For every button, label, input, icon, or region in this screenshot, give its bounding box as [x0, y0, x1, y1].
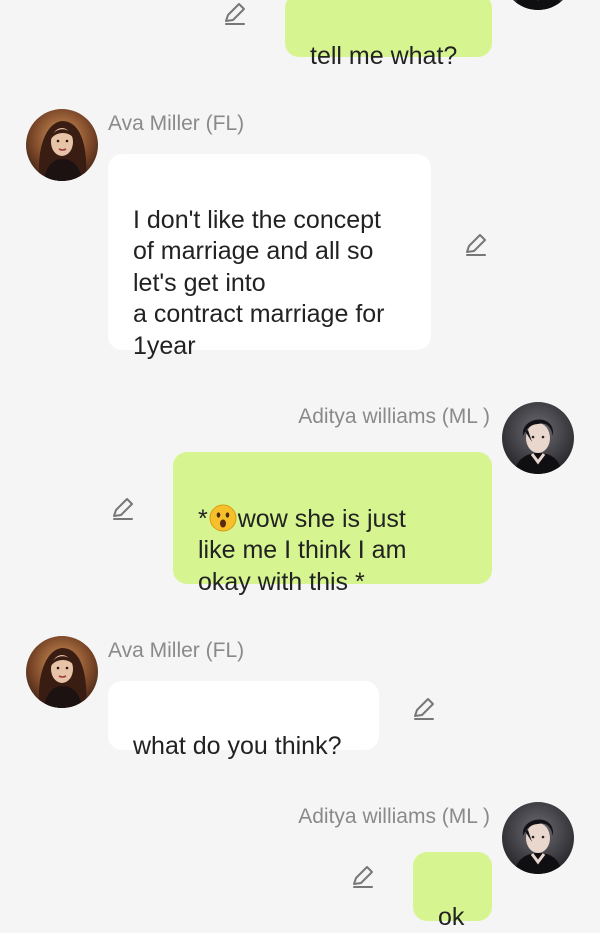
message-bubble-sent[interactable]: ok: [413, 852, 492, 931]
message-bubble-received[interactable]: I don't like the concept of marriage and…: [108, 154, 431, 360]
sender-name: Aditya williams (ML ): [298, 405, 490, 428]
edit-icon[interactable]: [463, 231, 489, 257]
message-text: what do you think?: [133, 731, 342, 760]
message-text: tell me what?: [310, 41, 458, 70]
avatar-ava[interactable]: [26, 636, 98, 708]
sender-name: Ava Miller (FL): [108, 639, 245, 662]
sender-name: Ava Miller (FL): [108, 112, 245, 135]
message-bubble-received[interactable]: what do you think?: [108, 681, 379, 760]
avatar-aditya[interactable]: [502, 802, 574, 874]
astonished-face-emoji: [209, 504, 237, 532]
male-avatar-partial[interactable]: [502, 0, 574, 10]
avatar-aditya[interactable]: [502, 402, 574, 474]
message-text: ok: [438, 902, 465, 931]
message-bubble-sent[interactable]: * wow she is just like me I think I am ok…: [173, 452, 492, 596]
message-text: I don't like the concept of marriage and…: [133, 205, 385, 360]
edit-icon[interactable]: [350, 863, 376, 889]
message-bubble-sent[interactable]: tell me what?: [285, 0, 492, 70]
edit-icon[interactable]: [110, 495, 136, 521]
sender-name: Aditya williams (ML ): [298, 805, 490, 828]
message-text-prefix: *: [198, 504, 208, 533]
edit-icon[interactable]: [411, 695, 437, 721]
avatar-ava[interactable]: [26, 109, 98, 181]
edit-icon[interactable]: [222, 0, 248, 26]
